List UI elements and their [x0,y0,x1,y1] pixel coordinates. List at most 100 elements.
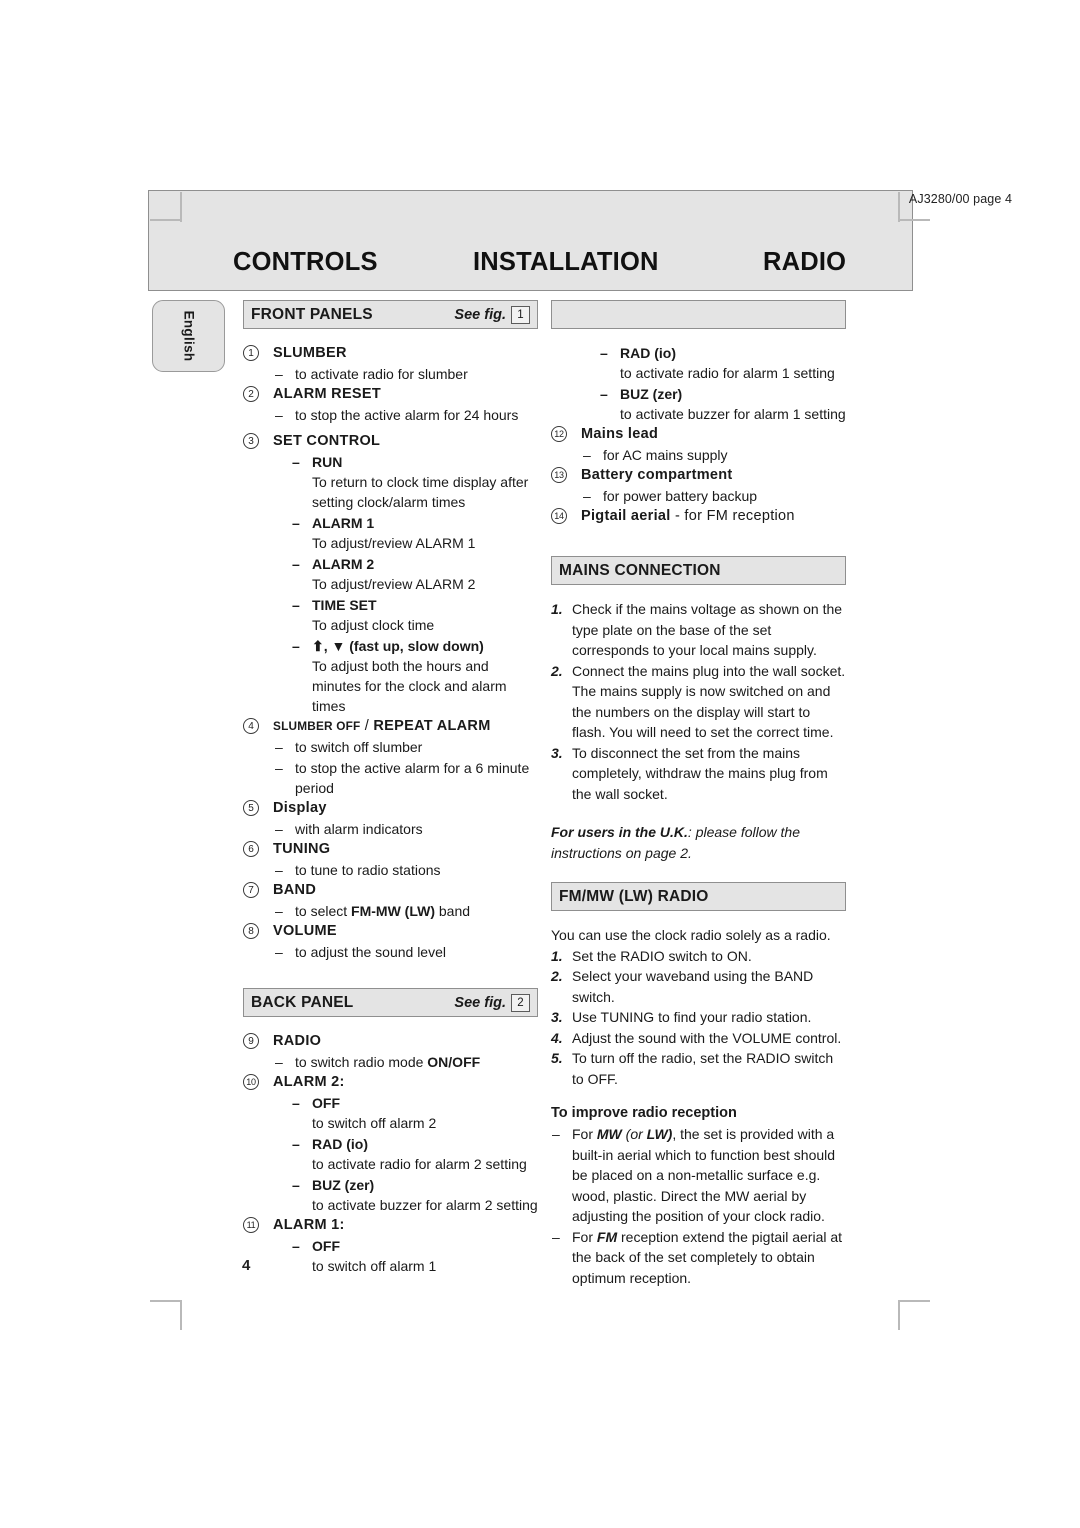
mains-step-2: 2. Connect the mains plug into the wall … [551,661,846,743]
sub-item-label-rad: RAD (io) [290,1134,538,1154]
item-number-circle: 2 [243,386,259,402]
step-text: Set the RADIO switch to ON. [572,947,752,964]
sub-item-body-time-set: To adjust clock time [312,617,435,633]
step-text: Use TUNING to find your radio station. [572,1009,812,1025]
step-text: To turn off the radio, set the RADIO swi… [572,1050,834,1087]
item-number-circle: 8 [243,923,259,939]
language-tab-label: English [181,310,196,362]
crop-mark-bottom-right-vertical [898,1300,900,1330]
item-number-circle: 12 [551,426,567,442]
language-tab: English [152,300,225,372]
bullet-pre: For [572,1228,597,1245]
sub-item-body-rad: to activate radio for alarm 2 setting [312,1156,527,1172]
item-description: to switch off slumber [273,737,538,757]
item-title: SET CONTROL [273,433,381,449]
sub-item-label-run: RUN [290,452,538,472]
control-item-radio: 9 RADIO to switch radio mode ON/OFF [243,1031,538,1072]
figure-number-box: 2 [511,993,530,1012]
item-title: SLUMBER [273,345,347,361]
page-number: 4 [242,1257,251,1274]
fm-radio-intro: You can use the clock radio solely as a … [551,927,831,943]
crop-mark-top-left-horizontal [150,219,182,221]
section-header-empty [551,300,846,329]
section-title: BACK PANEL [251,993,354,1011]
bullet-pre: For [572,1126,597,1142]
item-number-circle: 4 [243,718,259,734]
sub-item-body-run: To return to clock time display after se… [312,474,529,510]
crop-mark-bottom-left-horizontal [150,1300,182,1302]
step-number: 3. [551,744,563,761]
crop-mark-bottom-right-horizontal [898,1300,930,1302]
sub-items: RUN To return to clock time display afte… [273,452,538,716]
mains-step-1: 1. Check if the mains voltage as shown o… [551,599,846,661]
section-title: FRONT PANELS [251,305,373,323]
item-description: to activate radio for slumber [273,364,538,384]
improve-reception-heading: To improve radio reception [551,1105,737,1121]
step-number: 1. [551,947,563,964]
desc-text: to switch radio mode [295,1054,428,1070]
control-item-tuning: 6 TUNING to tune to radio stations [243,839,538,880]
uk-users-note: For users in the U.K.: please follow the… [551,822,846,864]
control-item-volume: 8 VOLUME to adjust the sound level [243,921,538,962]
mains-step-3: 3. To disconnect the set from the mains … [551,743,846,805]
item-title-suffix: - for FM reception [670,508,795,524]
sub-items: OFF to switch off alarm 2 RAD (io) to ac… [273,1093,538,1215]
section-header-back-panel: BACK PANEL See fig. 2 [243,988,538,1017]
item-description: for power battery backup [581,486,846,506]
item-title-small-caps: SLUMBER OFF [273,719,361,733]
item-description: to switch radio mode ON/OFF [273,1052,538,1072]
item-title: Pigtail aerial - for FM reception [581,506,846,526]
header-title-radio: RADIO [763,248,847,276]
see-figure-reference: See fig. 1 [454,305,530,324]
sub-items: RAD (io) to activate radio for alarm 1 s… [581,343,846,424]
sub-item-label-alarm-1: ALARM 1 [290,513,538,533]
control-item-set-control: 3 SET CONTROL RUN To return to clock tim… [243,431,538,716]
item-number-circle: 7 [243,882,259,898]
bullet-mid: (or [621,1126,647,1142]
bullet-emphasis-lw: LW) [646,1126,673,1142]
control-item-slumber: 1 SLUMBER to activate radio for slumber [243,343,538,384]
step-text: Adjust the sound with the VOLUME control… [572,1029,842,1046]
item-number-circle: 3 [243,433,259,449]
sub-item-body-alarm-2: To adjust/review ALARM 2 [312,576,476,592]
item-title-main: Pigtail aerial [581,508,671,524]
item-title: SLUMBER OFF / REPEAT ALARM [273,716,538,736]
item-number-circle: 9 [243,1033,259,1049]
desc-emphasis: ON/OFF [427,1054,481,1070]
item-title: ALARM 2: [273,1074,345,1090]
see-figure-label: See fig. [454,306,506,323]
item-number-circle: 10 [243,1074,259,1090]
step-text: Connect the mains plug into the wall soc… [572,662,846,741]
sub-item-body-alarm-1: To adjust/review ALARM 1 [312,535,476,551]
step-number: 3. [551,1009,563,1025]
fm-radio-step-2: 2. Select your waveband using the BAND s… [551,966,846,1007]
fm-radio-step-5: 5. To turn off the radio, set the RADIO … [551,1048,846,1089]
improve-reception-bullet-fm: For FM reception extend the pigtail aeri… [551,1227,846,1289]
item-number-circle: 13 [551,467,567,483]
sub-items: OFF to switch off alarm 1 [273,1236,538,1276]
item-number-circle: 6 [243,841,259,857]
sub-item-label-buz: BUZ (zer) [290,1175,538,1195]
crop-mark-top-left-vertical [180,192,182,222]
control-item-alarm-2: 10 ALARM 2: OFF to switch off alarm 2 RA… [243,1072,538,1215]
crop-mark-bottom-left-vertical [180,1300,182,1330]
item-description: to stop the active alarm for a 6 minute … [273,758,538,798]
step-number: 5. [551,1050,563,1066]
control-item-alarm-reset: 2 ALARM RESET to stop the active alarm f… [243,384,538,425]
step-text: To disconnect the set from the mains com… [572,744,828,802]
control-item-battery-compartment: 13 Battery compartment for power battery… [551,465,846,506]
item-number-circle: 1 [243,345,259,361]
sub-item-label-alarm-2: ALARM 2 [290,554,538,574]
document-page: AJ3280/00 page 4 CONTROLS INSTALLATION R… [0,0,1080,1528]
item-description: with alarm indicators [273,819,538,839]
bullet-emphasis-mw: MW [596,1126,622,1142]
fm-radio-step-4: 4. Adjust the sound with the VOLUME cont… [551,1028,846,1049]
section-header-fm-mw-radio: FM/MW (LW) RADIO [551,882,846,911]
item-description: to adjust the sound level [273,942,538,962]
header-titles: CONTROLS INSTALLATION RADIO [148,248,913,290]
header-title-controls: CONTROLS [233,248,378,276]
section-title: MAINS CONNECTION [559,561,721,579]
control-item-mains-lead: 12 Mains lead for AC mains supply [551,424,846,465]
item-title: Mains lead [581,426,659,442]
sub-item-label-rad: RAD (io) [598,343,846,363]
